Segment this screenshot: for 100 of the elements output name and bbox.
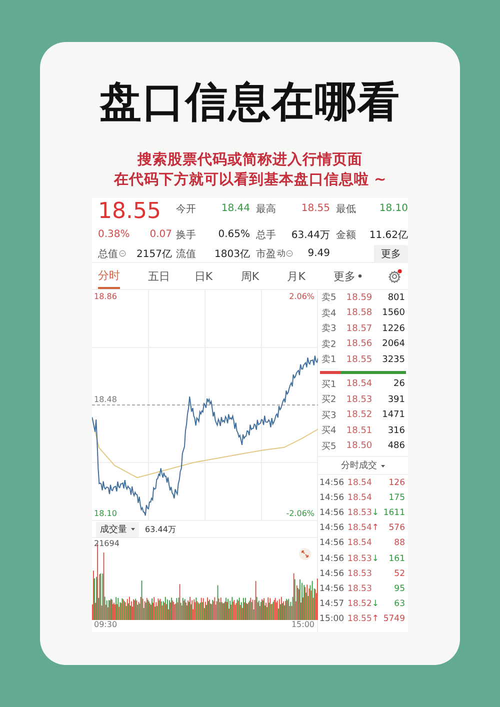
caret-icon <box>131 527 135 531</box>
trade-price: 18.55↑ <box>348 614 379 624</box>
more-button[interactable]: 更多 <box>374 244 408 262</box>
trade-time: 14:56 <box>320 492 346 503</box>
order-volume: 316 <box>386 426 405 436</box>
order-volume: 3235 <box>381 354 405 365</box>
stat-value: 9.49 <box>308 248 330 259</box>
trade-time: 14:56 <box>320 508 346 518</box>
order-volume: 1471 <box>381 410 405 420</box>
stat-label: 金额 <box>336 228 356 242</box>
trade-price: 18.54 <box>348 538 373 548</box>
stat-label: 今开 <box>176 202 196 216</box>
trade-time: 14:56 <box>320 584 346 594</box>
chart-tab[interactable]: 月K <box>287 264 334 288</box>
trade-price: 18.54 <box>348 492 373 503</box>
order-volume: 1226 <box>381 324 405 334</box>
chart-tab[interactable]: 日K <box>194 264 241 288</box>
subtitle-line: 在代码下方就可以看到基本盘口信息啦 ~ <box>114 170 386 190</box>
order-price: 18.51 <box>345 426 374 436</box>
order-label: 买1 <box>322 378 338 391</box>
stat-value: 1803亿 <box>214 248 250 260</box>
caret-icon <box>380 464 385 468</box>
order-price: 18.54 <box>345 379 374 390</box>
order-label: 卖5 <box>322 292 338 304</box>
order-price: 18.55 <box>345 354 374 365</box>
trade-price: 18.52↓ <box>348 599 379 610</box>
trade-volume: 5749 <box>382 614 405 624</box>
order-price: 18.59 <box>345 292 374 303</box>
order-price: 18.57 <box>345 324 374 334</box>
order-price: 18.56 <box>345 339 374 350</box>
order-volume: 391 <box>386 394 405 405</box>
panel-heading: 分时成交 <box>340 460 377 472</box>
trade-volume: 88 <box>393 538 405 548</box>
chart-tab[interactable]: 五日 <box>148 264 194 288</box>
axis-label: 18.86 <box>94 292 117 301</box>
stat-label: 总值 <box>98 246 126 260</box>
stat-value: 2157亿 <box>136 248 172 260</box>
current-price: 18.55 <box>98 200 162 224</box>
order-volume: 801 <box>386 292 405 303</box>
order-label: 卖4 <box>322 308 338 320</box>
order-price: 18.50 <box>345 441 374 452</box>
expand-icon[interactable] <box>298 548 311 560</box>
stat-label: 流值 <box>176 248 196 260</box>
axis-label: -2.06% <box>286 509 315 518</box>
time-label: 15:00 <box>291 620 315 631</box>
poster-title: 盘口信息在哪看 <box>100 76 400 128</box>
trade-volume: 52 <box>393 568 405 579</box>
order-label: 买2 <box>322 394 338 406</box>
trade-volume: 95 <box>393 584 405 594</box>
indicator-dropdown[interactable]: 成交量 <box>96 522 139 536</box>
stat-label: 最高 <box>256 202 276 216</box>
subtitle-line: 搜索股票代码或简称进入行情页面 <box>137 150 362 170</box>
chart-tab[interactable]: 周K <box>240 264 288 288</box>
order-label: 卖1 <box>322 354 338 366</box>
axis-label: 21694 <box>94 539 120 548</box>
trade-time: 14:56 <box>320 538 346 548</box>
order-volume: 26 <box>392 379 405 390</box>
volume-total: 63.44万 <box>145 524 176 534</box>
stat-value: 18.55 <box>301 203 330 214</box>
trade-time: 14:56 <box>320 554 346 564</box>
chart-tab[interactable]: 更多 <box>334 264 380 288</box>
trade-volume: 175 <box>388 492 405 503</box>
trade-time: 15:00 <box>320 614 346 624</box>
settings-icon[interactable] <box>388 269 402 283</box>
order-volume: 486 <box>386 441 405 452</box>
trade-volume: 126 <box>388 478 405 488</box>
trade-price: 18.53↓ <box>348 508 379 518</box>
trade-price: 18.53 <box>348 584 373 594</box>
trade-volume: 576 <box>388 523 405 534</box>
order-price: 18.52 <box>345 410 374 420</box>
trade-price: 18.54↑ <box>348 523 379 534</box>
stat-value: 18.44 <box>221 203 250 214</box>
stat-label: 总手 <box>256 228 276 242</box>
stat-label: 最低 <box>336 202 356 216</box>
order-volume: 2064 <box>381 339 405 350</box>
axis-label: 18.10 <box>94 509 117 518</box>
change-percent: 0.38% <box>98 229 130 240</box>
order-label: 买5 <box>322 440 338 453</box>
stat-value: 0.65% <box>218 229 250 240</box>
info-icon[interactable] <box>286 250 293 257</box>
order-label: 买4 <box>322 425 338 438</box>
info-icon[interactable] <box>119 250 126 257</box>
chart-tab[interactable]: 分时 <box>98 264 120 288</box>
trade-volume: 161 <box>388 554 405 564</box>
stat-value: 11.62亿 <box>369 228 408 242</box>
axis-label: 18.48 <box>94 395 117 404</box>
order-label: 卖2 <box>322 338 338 351</box>
change-amount: 0.07 <box>150 229 172 240</box>
trade-time: 14:56 <box>320 478 346 488</box>
trade-time: 14:57 <box>320 599 346 610</box>
order-label: 卖3 <box>322 322 338 336</box>
trade-volume: 1611 <box>382 508 405 518</box>
trade-volume: 63 <box>393 599 405 610</box>
stat-value: 18.10 <box>379 203 408 214</box>
axis-label: 2.06% <box>289 292 315 301</box>
trade-time: 14:56 <box>320 523 346 534</box>
order-volume: 1560 <box>381 308 405 318</box>
order-price: 18.58 <box>345 308 374 318</box>
trade-price: 18.53↓ <box>348 554 379 564</box>
stat-value: 63.44万 <box>291 228 330 242</box>
